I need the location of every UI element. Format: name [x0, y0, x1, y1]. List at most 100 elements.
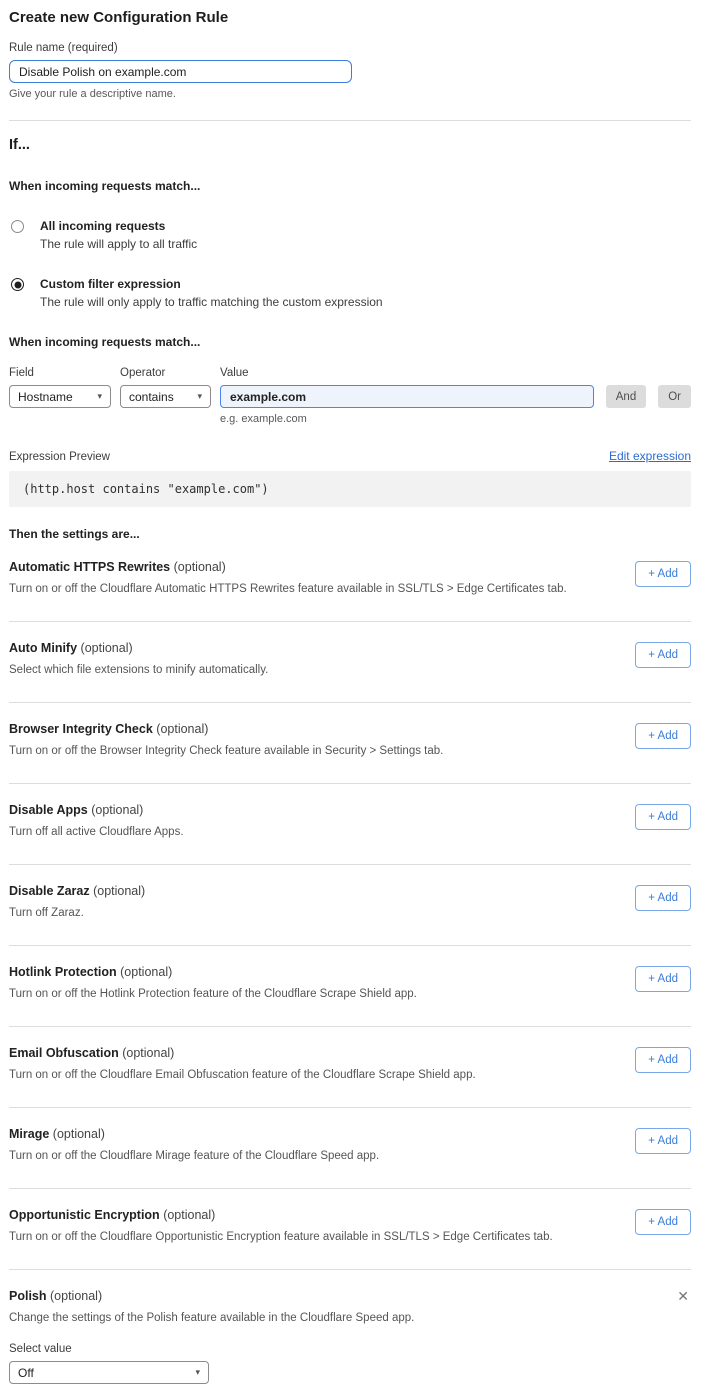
- field-select[interactable]: Hostname ▾: [9, 385, 111, 408]
- expression-builder-row: Field Hostname ▾ Operator contains ▾ Val…: [9, 367, 691, 425]
- expression-preview-header: Expression Preview Edit expression: [9, 449, 691, 463]
- setting-item: Mirage (optional) Turn on or off the Clo…: [9, 1108, 691, 1189]
- expression-preview-code: (http.host contains "example.com"): [9, 471, 691, 507]
- setting-item-text: Browser Integrity Check (optional) Turn …: [9, 722, 443, 757]
- radio-label: All incoming requests: [40, 219, 197, 233]
- setting-item-text: Disable Apps (optional) Turn off all act…: [9, 803, 184, 838]
- setting-description: Turn on or off the Hotlink Protection fe…: [9, 988, 417, 1000]
- rule-name-label: Rule name (required): [9, 42, 691, 54]
- polish-title: Polish (optional): [9, 1289, 102, 1303]
- setting-optional-tag: (optional): [93, 884, 145, 898]
- setting-item-text: Opportunistic Encryption (optional) Turn…: [9, 1208, 553, 1243]
- setting-title: Disable Apps (optional): [9, 803, 184, 817]
- polish-select-value: Off: [18, 1366, 34, 1380]
- setting-description: Turn on or off the Cloudflare Email Obfu…: [9, 1069, 476, 1081]
- if-heading: If...: [9, 137, 691, 153]
- setting-description: Turn on or off the Browser Integrity Che…: [9, 745, 443, 757]
- expression-builder-heading: When incoming requests match...: [9, 335, 691, 349]
- create-configuration-rule-form: Create new Configuration Rule Rule name …: [0, 0, 705, 1398]
- value-helper: e.g. example.com: [220, 413, 594, 425]
- setting-item: Hotlink Protection (optional) Turn on or…: [9, 946, 691, 1027]
- radio-button[interactable]: [11, 220, 24, 233]
- setting-optional-tag: (optional): [174, 560, 226, 574]
- edit-expression-link[interactable]: Edit expression: [609, 449, 691, 463]
- setting-item-text: Hotlink Protection (optional) Turn on or…: [9, 965, 417, 1000]
- match-heading: When incoming requests match...: [9, 179, 691, 193]
- radio-description: The rule will apply to all traffic: [40, 237, 197, 251]
- radio-option-text: All incoming requests The rule will appl…: [40, 219, 197, 251]
- setting-item-text: Disable Zaraz (optional) Turn off Zaraz.: [9, 884, 145, 919]
- radio-description: The rule will only apply to traffic matc…: [40, 295, 383, 309]
- setting-item-text: Email Obfuscation (optional) Turn on or …: [9, 1046, 476, 1081]
- polish-value-select[interactable]: Off ▾: [9, 1361, 209, 1384]
- setting-description: Turn on or off the Cloudflare Mirage fea…: [9, 1150, 379, 1162]
- operator-select[interactable]: contains ▾: [120, 385, 211, 408]
- setting-optional-tag: (optional): [53, 1127, 105, 1141]
- radio-option-custom-expression[interactable]: Custom filter expression The rule will o…: [9, 277, 691, 309]
- setting-title: Automatic HTTPS Rewrites (optional): [9, 560, 567, 574]
- field-label: Field: [9, 367, 111, 379]
- setting-description: Turn off Zaraz.: [9, 907, 145, 919]
- polish-optional-tag: (optional): [50, 1289, 102, 1303]
- setting-title: Auto Minify (optional): [9, 641, 268, 655]
- settings-list: Automatic HTTPS Rewrites (optional) Turn…: [9, 541, 691, 1270]
- setting-title: Disable Zaraz (optional): [9, 884, 145, 898]
- rule-name-helper: Give your rule a descriptive name.: [9, 88, 691, 100]
- setting-item-text: Mirage (optional) Turn on or off the Clo…: [9, 1127, 379, 1162]
- setting-item-text: Auto Minify (optional) Select which file…: [9, 641, 268, 676]
- add-setting-button[interactable]: + Add: [635, 723, 691, 749]
- radio-option-all-requests[interactable]: All incoming requests The rule will appl…: [9, 219, 691, 251]
- polish-select-label: Select value: [9, 1343, 691, 1355]
- setting-item: Browser Integrity Check (optional) Turn …: [9, 703, 691, 784]
- polish-setting-section: Polish (optional) ✕ Change the settings …: [9, 1270, 691, 1384]
- field-select-value: Hostname: [18, 390, 73, 404]
- expression-preview-label: Expression Preview: [9, 451, 110, 463]
- page-title: Create new Configuration Rule: [9, 9, 691, 26]
- setting-title: Opportunistic Encryption (optional): [9, 1208, 553, 1222]
- then-settings-heading: Then the settings are...: [9, 527, 691, 541]
- close-icon[interactable]: ✕: [675, 1289, 691, 1303]
- setting-title: Mirage (optional): [9, 1127, 379, 1141]
- setting-description: Turn on or off the Cloudflare Automatic …: [9, 583, 567, 595]
- value-input[interactable]: [220, 385, 594, 408]
- section-divider: [9, 120, 691, 121]
- setting-description: Turn off all active Cloudflare Apps.: [9, 826, 184, 838]
- add-setting-button[interactable]: + Add: [635, 561, 691, 587]
- add-setting-button[interactable]: + Add: [635, 642, 691, 668]
- setting-optional-tag: (optional): [120, 965, 172, 979]
- chevron-down-icon: ▾: [195, 1367, 200, 1378]
- setting-title: Hotlink Protection (optional): [9, 965, 417, 979]
- add-setting-button[interactable]: + Add: [635, 1047, 691, 1073]
- or-button[interactable]: Or: [658, 385, 691, 408]
- radio-option-text: Custom filter expression The rule will o…: [40, 277, 383, 309]
- setting-description: Turn on or off the Cloudflare Opportunis…: [9, 1231, 553, 1243]
- add-setting-button[interactable]: + Add: [635, 885, 691, 911]
- setting-item-text: Automatic HTTPS Rewrites (optional) Turn…: [9, 560, 567, 595]
- add-setting-button[interactable]: + Add: [635, 966, 691, 992]
- chevron-down-icon: ▾: [97, 391, 102, 402]
- setting-title: Browser Integrity Check (optional): [9, 722, 443, 736]
- chevron-down-icon: ▾: [197, 391, 202, 402]
- rule-name-input[interactable]: [9, 60, 352, 83]
- polish-description: Change the settings of the Polish featur…: [9, 1312, 691, 1324]
- setting-optional-tag: (optional): [163, 1208, 215, 1222]
- radio-label: Custom filter expression: [40, 277, 383, 291]
- setting-optional-tag: (optional): [156, 722, 208, 736]
- radio-button[interactable]: [11, 278, 24, 291]
- operator-select-value: contains: [129, 390, 174, 404]
- setting-item: Automatic HTTPS Rewrites (optional) Turn…: [9, 541, 691, 622]
- setting-item: Email Obfuscation (optional) Turn on or …: [9, 1027, 691, 1108]
- setting-item: Disable Zaraz (optional) Turn off Zaraz.…: [9, 865, 691, 946]
- setting-optional-tag: (optional): [91, 803, 143, 817]
- add-setting-button[interactable]: + Add: [635, 1209, 691, 1235]
- add-setting-button[interactable]: + Add: [635, 1128, 691, 1154]
- operator-label: Operator: [120, 367, 211, 379]
- setting-item: Opportunistic Encryption (optional) Turn…: [9, 1189, 691, 1270]
- setting-description: Select which file extensions to minify a…: [9, 664, 268, 676]
- add-setting-button[interactable]: + Add: [635, 804, 691, 830]
- setting-optional-tag: (optional): [122, 1046, 174, 1060]
- setting-optional-tag: (optional): [81, 641, 133, 655]
- setting-title: Email Obfuscation (optional): [9, 1046, 476, 1060]
- polish-header: Polish (optional) ✕: [9, 1289, 691, 1303]
- and-button[interactable]: And: [606, 385, 646, 408]
